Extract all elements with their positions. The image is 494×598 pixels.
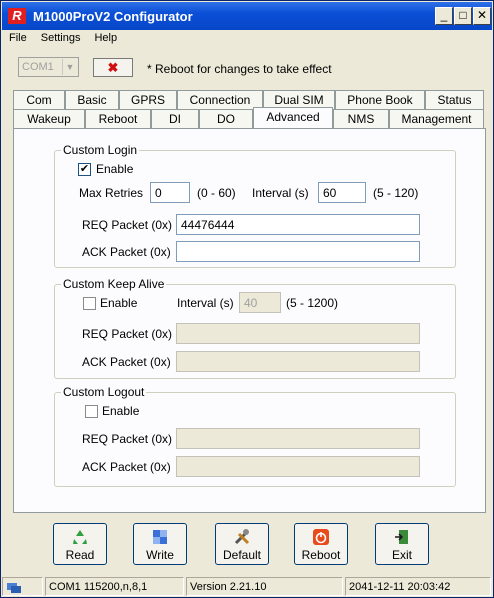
tab-do[interactable]: DO (199, 109, 253, 128)
write-button[interactable]: Write (133, 523, 187, 565)
network-icon (7, 583, 21, 593)
port-select-value: COM1 (22, 61, 54, 73)
power-icon (313, 529, 329, 545)
reboot-note: * Reboot for changes to take effect (147, 62, 332, 76)
chevron-down-icon[interactable]: ▼ (62, 59, 77, 75)
menu-file[interactable]: File (2, 30, 34, 48)
tools-icon (234, 529, 250, 545)
exit-button-label: Exit (391, 548, 412, 562)
tab-basic[interactable]: Basic (65, 90, 119, 109)
tab-connection[interactable]: Connection (177, 90, 263, 109)
logout-ack-label: ACK Packet (0x) (82, 460, 171, 474)
logout-req-input[interactable] (176, 428, 420, 449)
custom-login-group: Custom Login ✔ Enable Max Retries 0 (0 -… (54, 143, 456, 268)
custom-keepalive-title: Custom Keep Alive (61, 277, 167, 291)
write-button-label: Write (146, 548, 174, 562)
keepalive-ack-input[interactable] (176, 351, 420, 372)
login-req-label: REQ Packet (0x) (82, 218, 173, 232)
max-retries-label: Max Retries (79, 186, 144, 200)
login-ack-input[interactable] (176, 241, 420, 262)
default-button[interactable]: Default (215, 523, 269, 565)
login-enable-label: Enable (96, 162, 134, 176)
custom-login-title: Custom Login (61, 143, 140, 157)
keepalive-interval-input[interactable]: 40 (239, 292, 281, 313)
login-enable-checkbox[interactable]: ✔ (78, 163, 91, 176)
max-retries-range: (0 - 60) (197, 186, 236, 200)
network-status-icon (2, 577, 43, 596)
menu-bar: File Settings Help (2, 30, 492, 48)
tab-wakeup[interactable]: Wakeup (13, 109, 85, 128)
logout-req-label: REQ Packet (0x) (82, 432, 173, 446)
tab-phone-book[interactable]: Phone Book (335, 90, 425, 109)
keepalive-interval-label: Interval (s) (177, 296, 234, 310)
minimize-button[interactable]: _ (435, 7, 453, 25)
login-req-input[interactable]: 44476444 (176, 214, 420, 235)
keepalive-ack-label: ACK Packet (0x) (82, 355, 171, 369)
status-version: Version 2.21.10 (186, 577, 343, 596)
recycle-icon (73, 530, 87, 544)
logout-enable-label: Enable (102, 404, 140, 418)
tab-com[interactable]: Com (13, 90, 65, 109)
tab-reboot[interactable]: Reboot (85, 109, 151, 128)
status-bar: COM1 115200,n,8,1 Version 2.21.10 2041-1… (2, 577, 493, 597)
login-interval-input[interactable]: 60 (318, 182, 366, 203)
exit-door-icon (395, 530, 408, 544)
app-logo-icon: R (8, 8, 26, 24)
custom-logout-title: Custom Logout (61, 385, 147, 399)
login-interval-label: Interval (s) (252, 186, 309, 200)
window-title: M1000ProV2 Configurator (33, 8, 193, 24)
status-port: COM1 115200,n,8,1 (45, 577, 184, 596)
advanced-panel: Custom Login ✔ Enable Max Retries 0 (0 -… (13, 128, 486, 513)
custom-logout-group: Custom Logout Enable REQ Packet (0x) ACK… (54, 385, 456, 487)
read-button[interactable]: Read (53, 523, 107, 565)
app-window: R M1000ProV2 Configurator _ □ ✕ File Set… (0, 0, 494, 598)
write-icon (153, 530, 167, 544)
status-datetime: 2041-12-11 20:03:42 (345, 577, 491, 596)
keepalive-interval-range: (5 - 1200) (286, 296, 339, 310)
custom-keepalive-group: Custom Keep Alive Enable Interval (s) 40… (54, 277, 456, 379)
port-select[interactable]: COM1 ▼ (18, 57, 79, 77)
menu-help[interactable]: Help (87, 30, 124, 48)
tab-management[interactable]: Management (389, 109, 484, 128)
reboot-button-label: Reboot (301, 548, 341, 562)
keepalive-enable-label: Enable (100, 296, 138, 310)
logout-enable-checkbox[interactable] (85, 405, 98, 418)
tab-di[interactable]: DI (151, 109, 199, 128)
default-button-label: Default (222, 548, 262, 562)
keepalive-req-input[interactable] (176, 323, 420, 344)
login-interval-range: (5 - 120) (373, 186, 419, 200)
title-bar[interactable]: R M1000ProV2 Configurator _ □ ✕ (2, 2, 492, 30)
login-ack-label: ACK Packet (0x) (82, 245, 171, 259)
disconnect-button[interactable]: ✖ (93, 58, 133, 77)
close-button[interactable]: ✕ (473, 7, 491, 25)
read-button-label: Read (65, 548, 95, 562)
maximize-button[interactable]: □ (454, 7, 472, 25)
logout-ack-input[interactable] (176, 456, 420, 477)
tab-nms[interactable]: NMS (333, 109, 389, 128)
tab-status[interactable]: Status (425, 90, 484, 109)
reboot-button[interactable]: Reboot (294, 523, 348, 565)
exit-button[interactable]: Exit (375, 523, 429, 565)
max-retries-input[interactable]: 0 (150, 182, 190, 203)
menu-settings[interactable]: Settings (34, 30, 88, 48)
keepalive-req-label: REQ Packet (0x) (82, 327, 173, 341)
tab-advanced[interactable]: Advanced (253, 107, 333, 128)
tab-gprs[interactable]: GPRS (119, 90, 177, 109)
keepalive-enable-checkbox[interactable] (83, 297, 96, 310)
